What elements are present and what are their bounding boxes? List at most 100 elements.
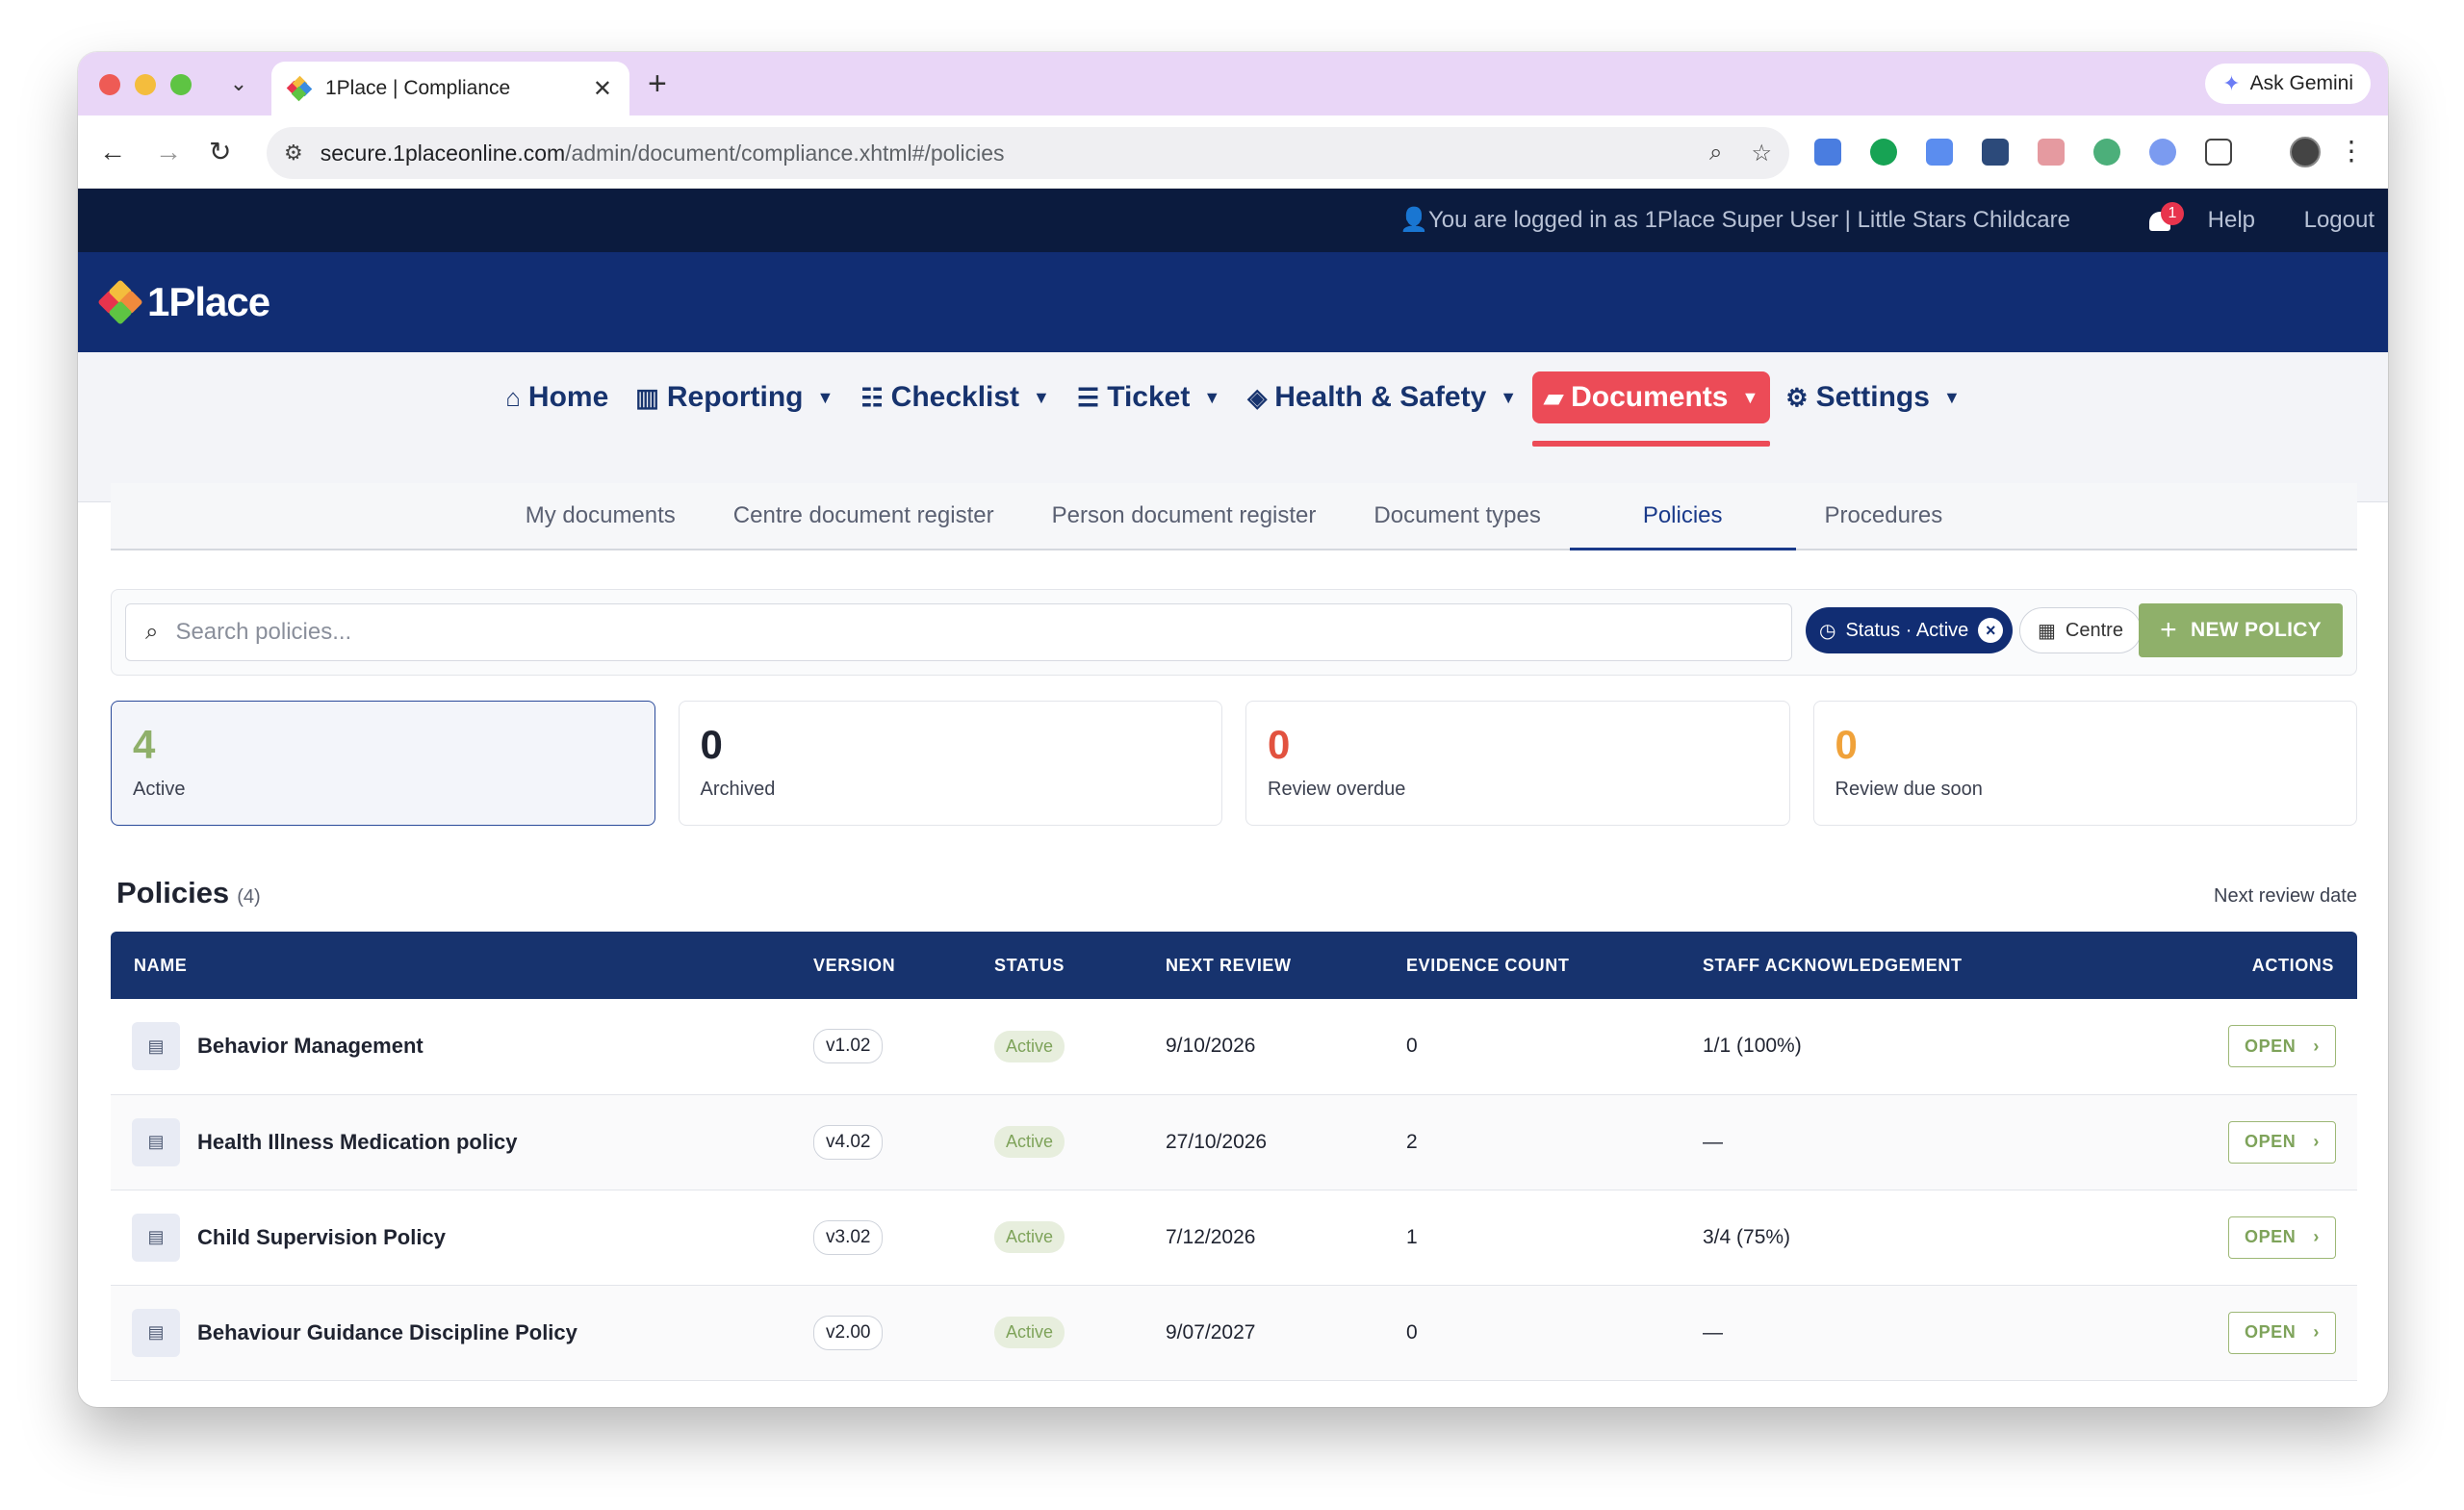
policy-name[interactable]: Behaviour Guidance Discipline Policy xyxy=(197,1320,578,1345)
version-badge: v2.00 xyxy=(813,1315,884,1350)
chart-icon: ▥ xyxy=(635,382,659,412)
help-link[interactable]: Help xyxy=(2208,189,2255,252)
chevron-right-icon: › xyxy=(2313,1132,2320,1151)
app-logo[interactable]: 1Place xyxy=(97,275,270,329)
nav-health-safety[interactable]: ◈ Health & Safety ▼ xyxy=(1236,371,1528,423)
profile-avatar[interactable] xyxy=(2290,137,2321,167)
status-filter-chip[interactable]: ◷ Status · Active × xyxy=(1806,607,2014,653)
open-label: OPEN xyxy=(2244,1036,2297,1056)
forward-arrow-icon[interactable]: → xyxy=(155,135,182,169)
url-path: /admin/document/compliance.xhtml#/polici… xyxy=(565,140,1005,166)
download-extension-icon[interactable] xyxy=(1982,139,2009,166)
sort-label[interactable]: Next review date xyxy=(2214,885,2357,908)
browser-tab-bar: ⌄ 1Place | Compliance ✕ + ✦ Ask Gemini xyxy=(78,52,2388,115)
address-bar[interactable]: ⚙ secure.1placeonline.com/admin/document… xyxy=(267,127,1789,179)
version-badge: v4.02 xyxy=(813,1124,884,1160)
url-host: secure.1placeonline.com xyxy=(320,140,566,166)
col-header-evidence-count[interactable]: EVIDENCE COUNT xyxy=(1406,932,1703,999)
notifications-bell-icon[interactable]: 1 xyxy=(2145,202,2184,235)
tab-person-document-register[interactable]: Person document register xyxy=(1023,483,1346,549)
lens-extension-icon[interactable] xyxy=(2149,139,2176,166)
staff-acknowledgement: — xyxy=(1703,1320,1723,1344)
maximize-window-button[interactable] xyxy=(170,74,192,95)
bird-extension-icon[interactable] xyxy=(1926,139,1953,166)
stat-card-active[interactable]: 4 Active xyxy=(111,701,655,826)
tab-policies[interactable]: Policies xyxy=(1569,483,1796,550)
clear-filter-icon[interactable]: × xyxy=(1978,618,2004,643)
bookmark-star-icon[interactable]: ☆ xyxy=(1751,140,1772,167)
col-header-version[interactable]: VERSION xyxy=(813,932,994,999)
minimize-window-button[interactable] xyxy=(135,74,156,95)
stat-card-review-due-soon[interactable]: 0 Review due soon xyxy=(1812,701,2357,826)
home-icon: ⌂ xyxy=(505,382,521,412)
open-label: OPEN xyxy=(2244,1132,2297,1151)
tab-document-types[interactable]: Document types xyxy=(1345,483,1569,549)
status-badge: Active xyxy=(994,1126,1065,1158)
policy-name[interactable]: Health Illness Medication policy xyxy=(197,1130,518,1155)
stat-card-review-overdue[interactable]: 0 Review overdue xyxy=(1245,701,1790,826)
url-text[interactable]: secure.1placeonline.com/admin/document/c… xyxy=(321,141,1709,166)
nav-reporting[interactable]: ▥ Reporting ▼ xyxy=(624,371,845,423)
nav-ticket[interactable]: ☰ Ticket ▼ xyxy=(1065,371,1232,423)
nav-documents[interactable]: ▰ Documents ▼ xyxy=(1532,371,1771,447)
stat-card-archived[interactable]: 0 Archived xyxy=(678,701,1222,826)
table-row[interactable]: ▤ Child Supervision Policy v3.02 Active 7… xyxy=(111,1190,2357,1285)
tab-procedures[interactable]: Procedures xyxy=(1796,483,1972,549)
extensions-puzzle-icon[interactable] xyxy=(2205,139,2232,166)
nav-settings[interactable]: ⚙ Settings ▼ xyxy=(1774,371,1972,423)
table-row[interactable]: ▤ Behaviour Guidance Discipline Policy v2… xyxy=(111,1285,2357,1380)
tab-search-chevron-icon[interactable]: ⌄ xyxy=(224,69,253,98)
browser-tab-active[interactable]: 1Place | Compliance ✕ xyxy=(271,62,629,115)
policies-toolbar: ⌕ ◷ Status · Active × ▦ Centre + NEW POL… xyxy=(111,589,2357,676)
nav-home[interactable]: ⌂ Home xyxy=(494,371,620,423)
document-icon: ▤ xyxy=(132,1308,180,1357)
logged-in-info: 👤You are logged in as 1Place Super User … xyxy=(1399,189,2070,252)
reload-icon[interactable]: ↻ xyxy=(209,135,231,169)
browser-menu-icon[interactable]: ⋮ xyxy=(2338,135,2365,166)
col-header-name[interactable]: NAME xyxy=(111,932,813,999)
ask-gemini-button[interactable]: ✦ Ask Gemini xyxy=(2205,64,2371,104)
image-extension-icon[interactable] xyxy=(2038,139,2065,166)
open-button[interactable]: OPEN › xyxy=(2227,1025,2336,1068)
table-row[interactable]: ▤ Behavior Management v1.02 Active 9/10/2… xyxy=(111,999,2357,1094)
openai-extension-icon[interactable] xyxy=(2093,139,2120,166)
close-window-button[interactable] xyxy=(99,74,120,95)
checklist-icon: ☷ xyxy=(860,382,884,412)
back-arrow-icon[interactable]: ← xyxy=(99,135,126,169)
policy-name[interactable]: Child Supervision Policy xyxy=(197,1225,446,1250)
logout-link[interactable]: Logout xyxy=(2304,189,2374,252)
tab-title: 1Place | Compliance xyxy=(325,77,511,99)
search-input[interactable] xyxy=(175,619,1772,646)
col-header-actions: ACTIONS xyxy=(2251,955,2334,975)
ticket-icon: ☰ xyxy=(1076,382,1100,412)
new-tab-button[interactable]: + xyxy=(648,67,667,100)
nav-checklist[interactable]: ☷ Checklist ▼ xyxy=(849,371,1062,423)
caret-down-icon: ▼ xyxy=(1942,387,1961,407)
col-header-staff-acknowledgement[interactable]: STAFF ACKNOWLEDGEMENT xyxy=(1703,932,2155,999)
zoom-search-icon[interactable]: ⌕ xyxy=(1709,140,1722,167)
translate-extension-icon[interactable] xyxy=(1814,139,1841,166)
col-header-next-review[interactable]: NEXT REVIEW xyxy=(1166,932,1406,999)
caret-down-icon: ▼ xyxy=(816,387,834,407)
new-policy-button[interactable]: + NEW POLICY xyxy=(2139,603,2343,657)
policy-name[interactable]: Behavior Management xyxy=(197,1034,424,1059)
grammarly-extension-icon[interactable] xyxy=(1870,139,1897,166)
nav-health-safety-label: Health & Safety xyxy=(1274,381,1487,413)
open-button[interactable]: OPEN › xyxy=(2227,1120,2336,1164)
logo-text: 1Place xyxy=(147,279,270,324)
tab-my-documents[interactable]: My documents xyxy=(497,483,705,549)
document-icon: ▤ xyxy=(132,1213,180,1262)
search-box[interactable]: ⌕ xyxy=(125,603,1792,661)
documents-subnav: My documents Centre document register Pe… xyxy=(111,483,2357,550)
tab-centre-document-register[interactable]: Centre document register xyxy=(705,483,1023,549)
open-button[interactable]: OPEN › xyxy=(2227,1216,2336,1259)
table-row[interactable]: ▤ Health Illness Medication policy v4.02 … xyxy=(111,1094,2357,1190)
tab-close-icon[interactable]: ✕ xyxy=(593,75,612,103)
col-header-status[interactable]: STATUS xyxy=(994,932,1166,999)
open-button[interactable]: OPEN › xyxy=(2227,1311,2336,1354)
centre-filter-chip[interactable]: ▦ Centre xyxy=(2019,607,2142,653)
policies-table: NAME VERSION STATUS NEXT REVIEW EVIDENCE… xyxy=(111,932,2357,1407)
notification-badge: 1 xyxy=(2161,202,2184,225)
ask-gemini-label: Ask Gemini xyxy=(2249,72,2353,94)
site-info-icon[interactable]: ⚙ xyxy=(284,141,303,166)
